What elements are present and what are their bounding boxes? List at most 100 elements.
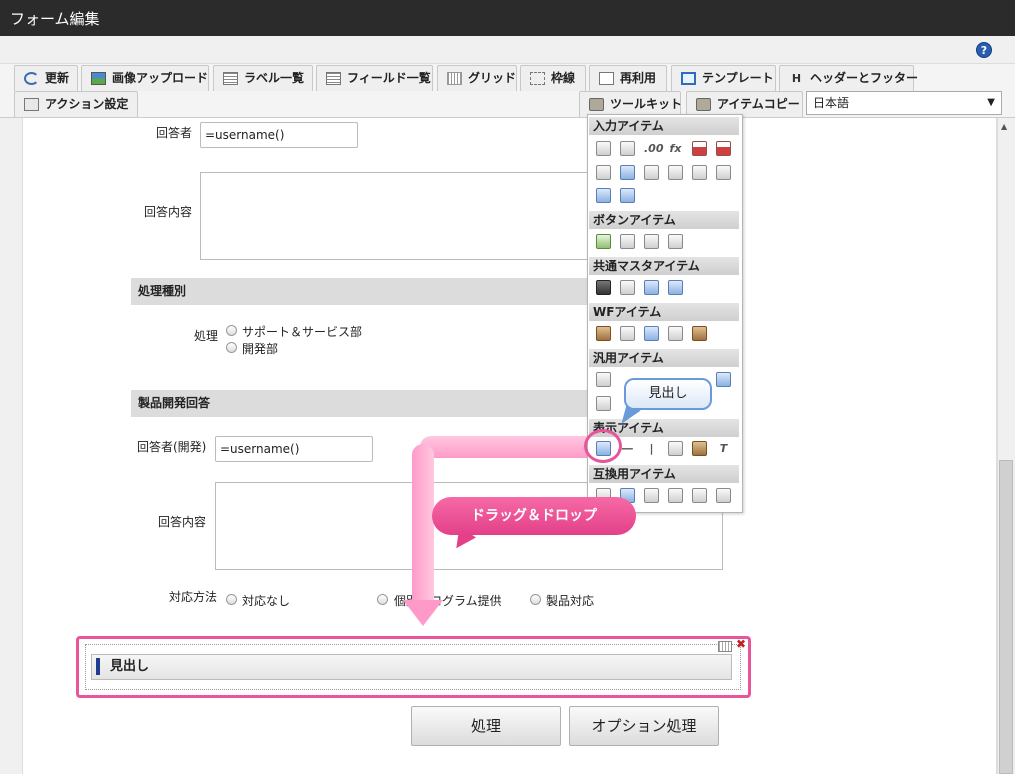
image-upload-icon: [91, 72, 106, 85]
tab-action-settings[interactable]: アクション設定: [14, 91, 138, 117]
tab-grid[interactable]: グリッド: [437, 65, 517, 91]
general-dotted-item-icon[interactable]: [596, 372, 611, 387]
drag-path-horizontal: [420, 436, 592, 458]
tab-label-list[interactable]: ラベル一覧: [213, 65, 313, 91]
organization-item-icon[interactable]: [620, 280, 635, 295]
datetime-item-icon[interactable]: [716, 141, 731, 156]
date-item-icon[interactable]: [692, 141, 707, 156]
heading-item-highlight: [584, 429, 622, 463]
tab-header-footer[interactable]: H ヘッダーとフッター: [779, 65, 918, 91]
label-list-icon: [223, 72, 238, 85]
drag-path-vertical: [412, 444, 434, 606]
textbox-item-icon[interactable]: [596, 141, 611, 156]
file-upload-item-icon[interactable]: [596, 188, 611, 203]
next-button-item-icon[interactable]: [620, 234, 635, 249]
radio-product-fix-label: 製品対応: [546, 594, 595, 608]
palette-compat-items: 互換用アイテム: [589, 465, 739, 483]
tab-refresh[interactable]: 更新: [14, 65, 78, 91]
palette-master-items: 共通マスタアイテム: [589, 257, 739, 275]
compat-radio-item-icon[interactable]: [668, 488, 683, 503]
help-icon[interactable]: ?: [976, 42, 992, 58]
formula-item-icon[interactable]: fx: [668, 141, 683, 156]
table-item-icon[interactable]: [620, 188, 635, 203]
submit-button-item-icon[interactable]: [596, 234, 611, 249]
compat-select-item-icon[interactable]: [692, 488, 707, 503]
attachment-item-icon[interactable]: [620, 326, 635, 341]
frame-item-icon[interactable]: [668, 441, 683, 456]
general-box-item-icon[interactable]: [596, 396, 611, 411]
stamp-item-icon[interactable]: [692, 326, 707, 341]
textarea-item-icon[interactable]: [620, 165, 635, 180]
language-select[interactable]: 日本語 ▼: [806, 91, 1002, 115]
radio-support-label: サポート＆サービス部: [242, 325, 363, 339]
item-copy-icon: [696, 98, 711, 111]
tab-template[interactable]: テンプレート: [671, 65, 776, 91]
action-icon: [24, 98, 39, 111]
heading-item[interactable]: 見出し: [91, 654, 732, 680]
section-process-type: 処理種別: [131, 278, 591, 305]
image-item-icon[interactable]: [692, 441, 707, 456]
chevron-down-icon: ▼: [987, 97, 995, 108]
tab-border[interactable]: 枠線: [520, 65, 586, 91]
number-item-icon[interactable]: .00: [644, 141, 664, 156]
process-label: 処理: [194, 329, 219, 343]
radio-custom-program[interactable]: [377, 594, 388, 605]
refresh-icon: [24, 72, 39, 85]
wf-image-item-icon[interactable]: [644, 326, 659, 341]
checkbox-item-icon[interactable]: [644, 165, 659, 180]
drag-arrow-icon: [403, 600, 443, 626]
answer-label: 回答内容: [144, 205, 193, 219]
help-bar: [0, 36, 1015, 64]
palette-button-items: ボタンアイテム: [589, 211, 739, 229]
return-button-item-icon[interactable]: [668, 234, 683, 249]
radio-item-icon[interactable]: [668, 165, 683, 180]
compat-list-item-icon[interactable]: [716, 488, 731, 503]
radio-product-fix[interactable]: [530, 594, 541, 605]
process-button[interactable]: 処理: [411, 706, 561, 746]
respondent-label: 回答者: [156, 126, 193, 140]
radio-no-action-label: 対応なし: [242, 594, 291, 608]
back-button-item-icon[interactable]: [644, 234, 659, 249]
toolkit-icon: [589, 98, 604, 111]
palette-wf-items: WFアイテム: [589, 303, 739, 321]
palette-general-items: 汎用アイテム: [589, 349, 739, 367]
wf-history-item-icon[interactable]: [668, 326, 683, 341]
user-item-icon[interactable]: [596, 280, 611, 295]
wf-document-item-icon[interactable]: [596, 326, 611, 341]
select-item-icon[interactable]: [692, 165, 707, 180]
template-icon: [681, 72, 696, 85]
scrollbar-thumb[interactable]: [999, 460, 1013, 774]
item-grid-icon[interactable]: [718, 641, 732, 652]
heading-bar-icon: [96, 658, 100, 675]
respondent-field[interactable]: =username(): [200, 122, 358, 148]
text-item-icon[interactable]: T: [716, 441, 731, 456]
reuse-icon: [599, 72, 614, 85]
horizontal-line-item-icon[interactable]: ―: [620, 441, 635, 456]
role-item-icon[interactable]: [644, 280, 659, 295]
search-item-icon[interactable]: [596, 165, 611, 180]
compat-checkbox-item-icon[interactable]: [644, 488, 659, 503]
dev-answer-label: 回答内容: [158, 515, 207, 529]
tab-reuse[interactable]: 再利用: [589, 65, 667, 91]
list-item-icon[interactable]: [716, 165, 731, 180]
company-item-icon[interactable]: [668, 280, 683, 295]
item-delete-icon[interactable]: ✖: [736, 637, 746, 651]
radio-no-action[interactable]: [226, 594, 237, 605]
general-download-item-icon[interactable]: [716, 372, 731, 387]
answer-textarea[interactable]: [200, 172, 600, 260]
radio-dev-label: 開発部: [242, 342, 279, 356]
header-footer-icon: H: [791, 72, 802, 85]
scroll-up-icon[interactable]: ▲: [1001, 122, 1007, 131]
border-icon: [530, 72, 545, 85]
radio-support[interactable]: [226, 325, 237, 336]
textbox-ex-item-icon[interactable]: [620, 141, 635, 156]
radio-dev[interactable]: [226, 342, 237, 353]
grid-icon: [447, 72, 462, 85]
dev-respondent-field[interactable]: =username(): [215, 436, 373, 462]
vertical-line-item-icon[interactable]: |: [644, 441, 659, 456]
palette-input-items: 入力アイテム: [589, 117, 739, 135]
tab-image-upload[interactable]: 画像アップロード: [81, 65, 209, 91]
option-process-button[interactable]: オプション処理: [569, 706, 719, 746]
tab-field-list[interactable]: フィールド一覧: [316, 65, 433, 91]
field-list-icon: [326, 72, 341, 85]
